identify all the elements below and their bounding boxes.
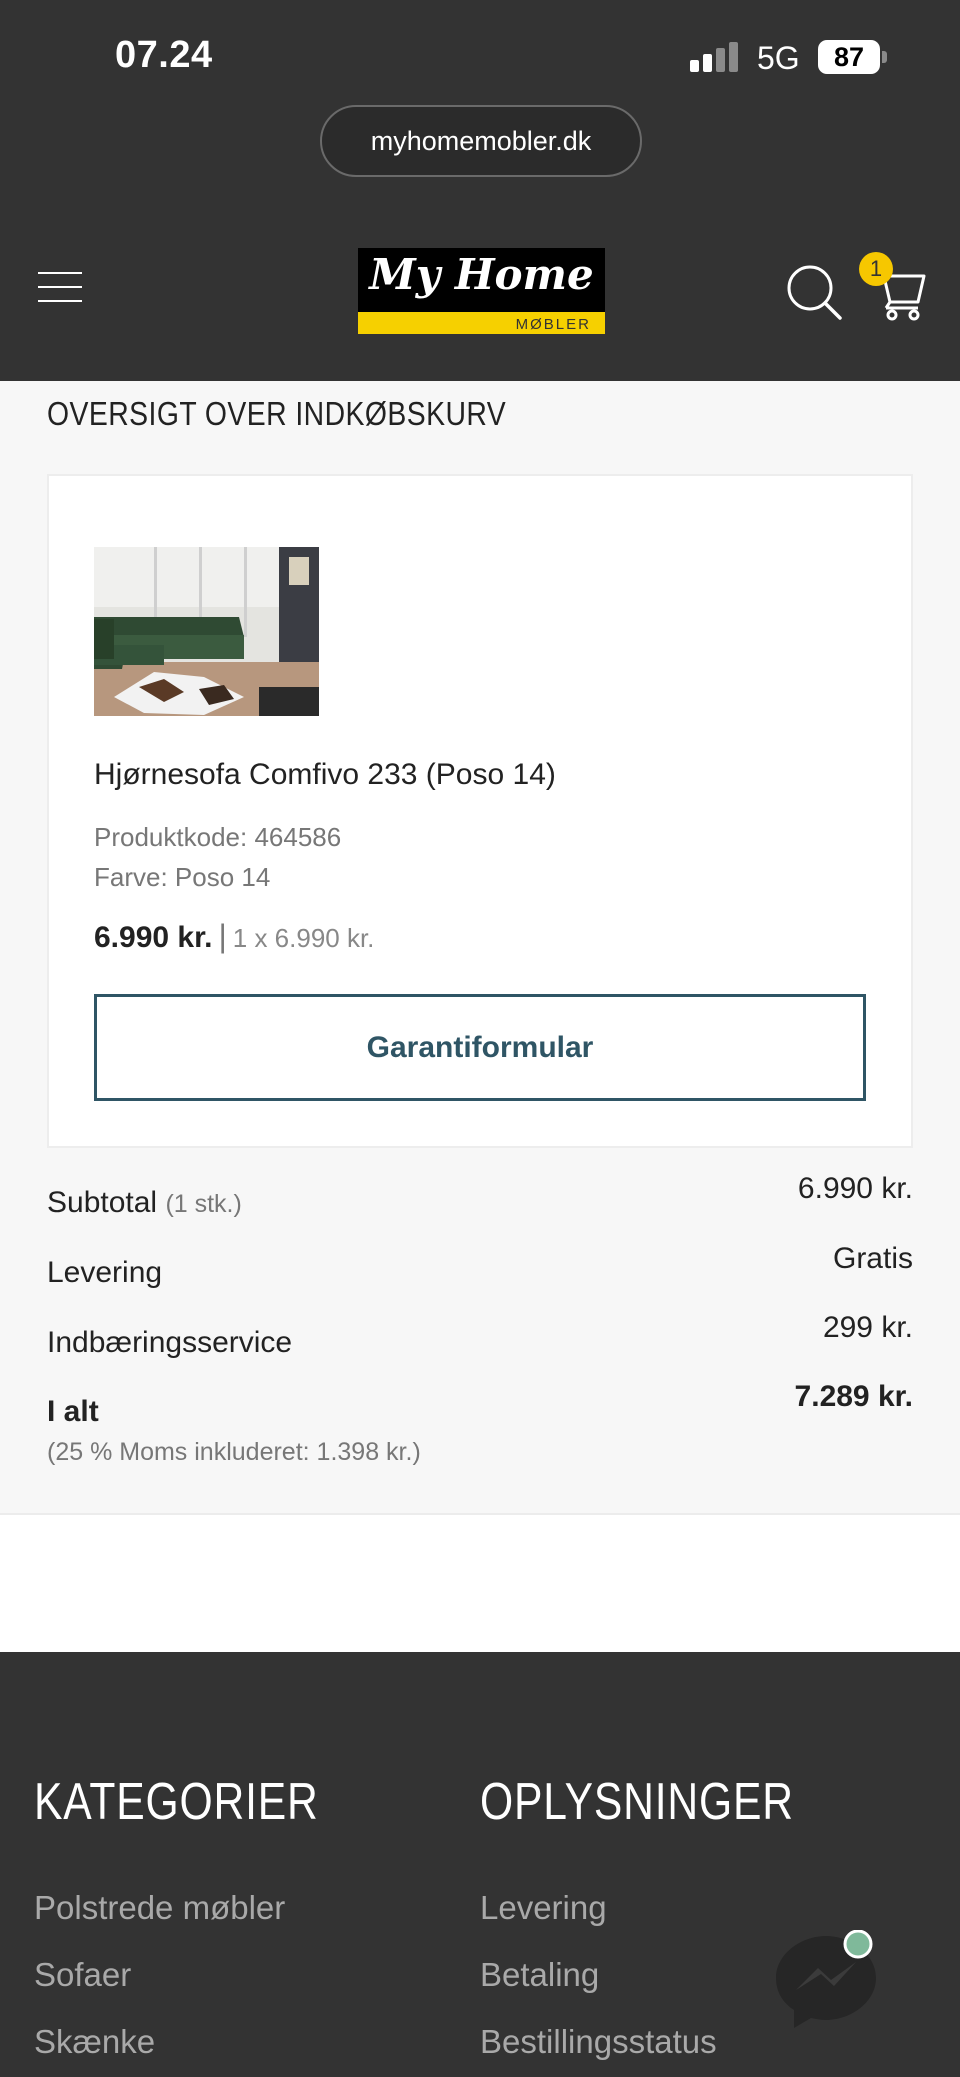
product-image[interactable] xyxy=(94,547,319,716)
categories-heading: KATEGORIER xyxy=(34,1773,319,1831)
product-code: Produktkode: 464586 xyxy=(94,822,341,853)
logo-band: MØBLER xyxy=(358,312,605,334)
cart-count-badge: 1 xyxy=(859,252,893,286)
delivery-value: Gratis xyxy=(832,1242,913,1275)
footer-link-upholstered[interactable]: Polstrede møbler xyxy=(34,1889,285,1927)
product-color: Farve: Poso 14 xyxy=(94,862,270,893)
product-price: 6.990 kr. xyxy=(94,921,213,954)
product-color-value: Poso 14 xyxy=(174,862,271,892)
footer-link-sofas[interactable]: Sofaer xyxy=(34,1956,131,1994)
footer-link-sideboards[interactable]: Skænke xyxy=(34,2023,155,2061)
cart-title: OVERSIGT OVER INDKØBSKURV xyxy=(47,395,507,432)
status-time: 07.24 xyxy=(115,34,213,76)
unit-price: 1 x 6.990 kr. xyxy=(232,923,375,953)
carry-in-label: Indbæringsservice xyxy=(47,1326,293,1359)
battery-icon: 87 xyxy=(818,40,880,74)
footer-link-payment[interactable]: Betaling xyxy=(480,1956,599,1994)
logo-text: My Home xyxy=(369,250,594,299)
subtotal-count: (1 stk.) xyxy=(165,1190,242,1218)
footer-link-order-status[interactable]: Bestillingsstatus xyxy=(480,2023,717,2061)
total-label: I alt xyxy=(47,1395,99,1428)
warranty-form-button[interactable]: Garantiformular xyxy=(94,994,866,1101)
delivery-label: Levering xyxy=(47,1256,163,1289)
battery-tip xyxy=(882,51,887,63)
product-code-value: 464586 xyxy=(254,822,342,852)
hamburger-menu-icon[interactable] xyxy=(38,272,82,304)
signal-icon xyxy=(690,42,742,72)
site-logo[interactable]: My Home MØBLER xyxy=(358,248,605,334)
address-bar[interactable]: myhomemobler.dk xyxy=(320,105,642,177)
subtotal-value: 6.990 kr. xyxy=(797,1172,913,1205)
logo-subtext: MØBLER xyxy=(515,316,591,333)
carry-in-value: 299 kr. xyxy=(822,1311,913,1344)
total-value: 7.289 kr. xyxy=(794,1380,913,1413)
search-icon[interactable] xyxy=(784,262,844,322)
product-code-label: Produktkode: xyxy=(94,822,248,852)
price-separator: | xyxy=(218,918,227,954)
messenger-chat-icon[interactable] xyxy=(776,1930,876,2030)
info-heading: OPLYSNINGER xyxy=(480,1773,794,1831)
product-price-line: 6.990 kr. | 1 x 6.990 kr. xyxy=(94,918,374,955)
footer-link-delivery[interactable]: Levering xyxy=(480,1889,607,1927)
product-name[interactable]: Hjørnesofa Comfivo 233 (Poso 14) xyxy=(94,758,556,792)
network-type: 5G xyxy=(757,40,800,76)
subtotal-label-row: Subtotal (1 stk.) xyxy=(47,1186,242,1220)
product-color-label: Farve: xyxy=(94,862,168,892)
subtotal-label: Subtotal xyxy=(47,1186,158,1219)
vat-note: (25 % Moms inkluderet: 1.398 kr.) xyxy=(47,1438,421,1466)
